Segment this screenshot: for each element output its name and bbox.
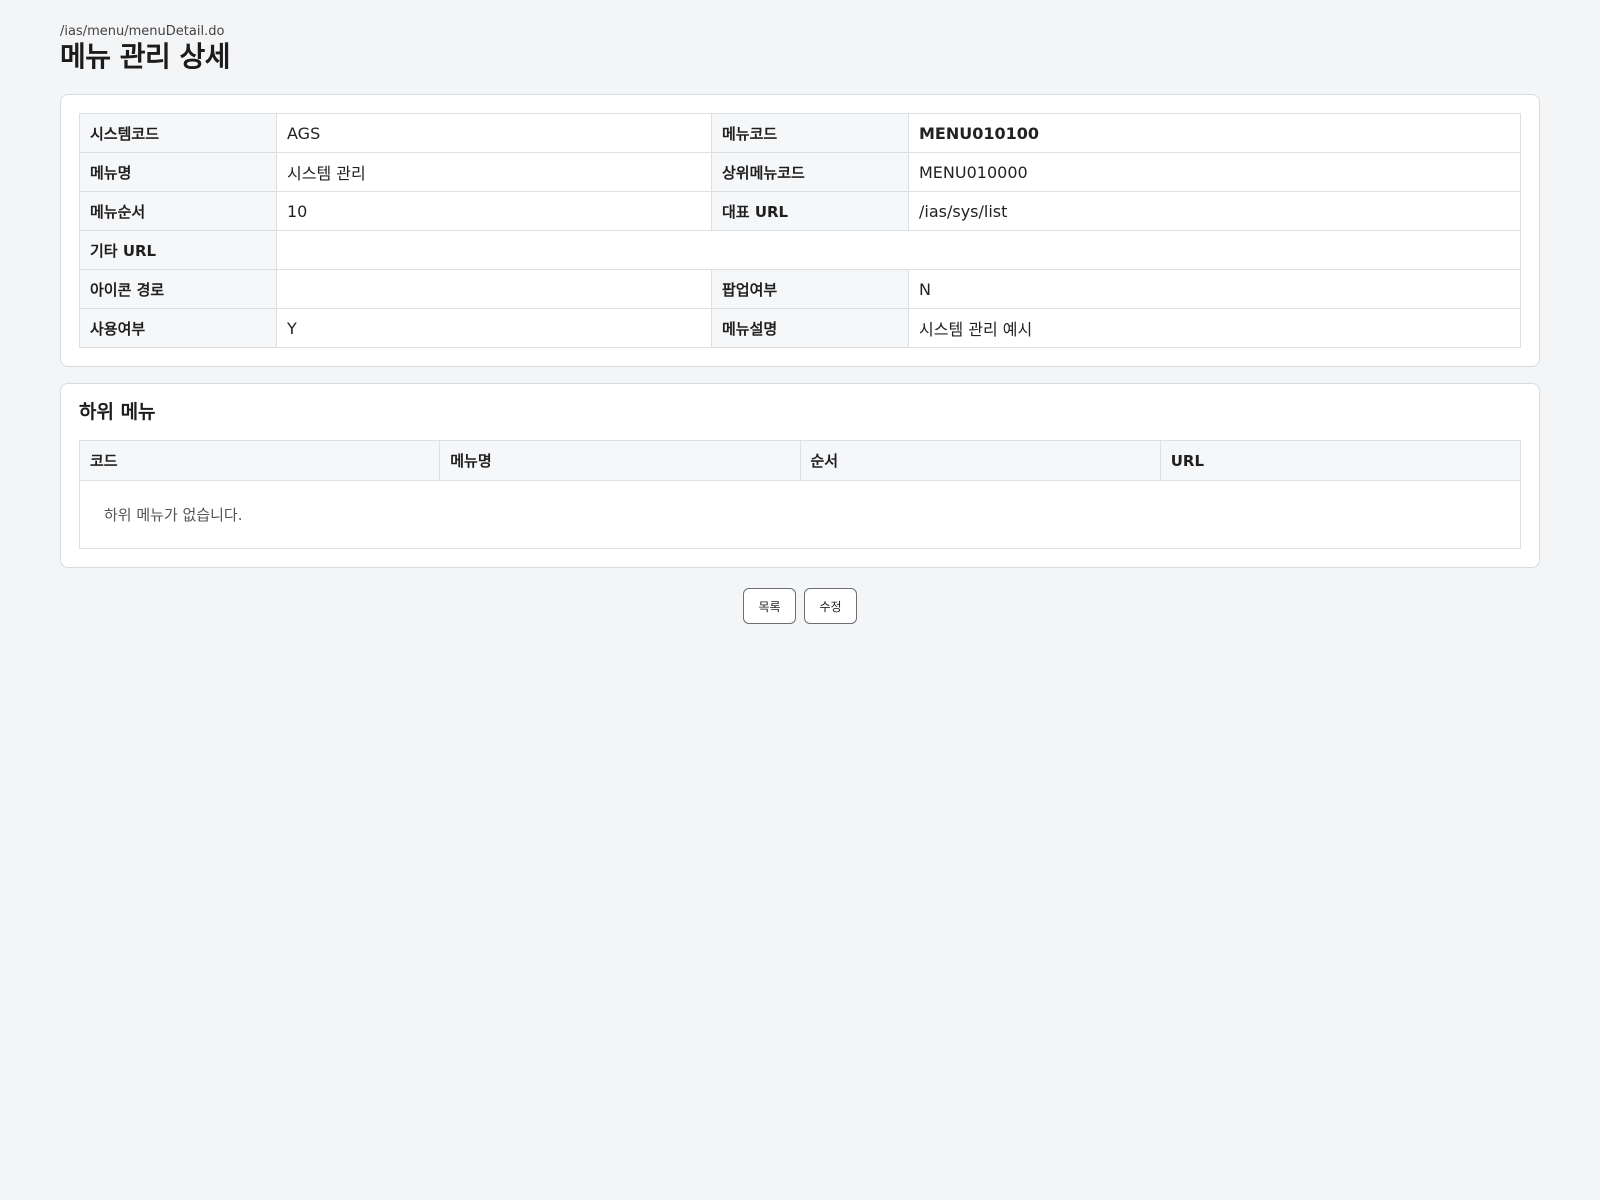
popup-flag-value: N (908, 269, 1521, 309)
main-url-label: 대표 URL (711, 191, 909, 231)
other-url-label: 기타 URL (79, 230, 277, 270)
column-header-order: 순서 (799, 440, 1161, 481)
menu-description-label: 메뉴설명 (711, 308, 909, 348)
other-url-value (276, 230, 1521, 270)
system-code-label: 시스템코드 (79, 113, 277, 153)
detail-row: 시스템코드 AGS 메뉴코드 MENU010100 (79, 113, 1521, 153)
column-header-code: 코드 (78, 440, 441, 481)
menu-order-label: 메뉴순서 (79, 191, 277, 231)
empty-row: 하위 메뉴가 없습니다. (79, 480, 1521, 549)
page-path: /ias/menu/menuDetail.do (60, 24, 225, 39)
detail-row: 기타 URL (79, 230, 1521, 270)
submenu-card: 하위 메뉴 코드 메뉴명 순서 URL 하위 메뉴가 없습니다. (60, 383, 1540, 568)
menu-name-value: 시스템 관리 (276, 152, 712, 192)
edit-button[interactable]: 수정 (804, 588, 857, 624)
action-bar: 목록 수정 (60, 588, 1540, 624)
submenu-empty-message: 하위 메뉴가 없습니다. (79, 480, 1521, 549)
use-flag-value: Y (276, 308, 712, 348)
page: /ias/menu/menuDetail.do 메뉴 관리 상세 시스템코드 A… (60, 24, 1540, 624)
icon-path-value (276, 269, 712, 309)
list-button[interactable]: 목록 (743, 588, 796, 624)
menu-name-label: 메뉴명 (79, 152, 277, 192)
detail-row: 사용여부 Y 메뉴설명 시스템 관리 예시 (79, 308, 1521, 348)
menu-code-value: MENU010100 (908, 113, 1521, 153)
parent-menu-code-label: 상위메뉴코드 (711, 152, 909, 192)
icon-path-label: 아이콘 경로 (79, 269, 277, 309)
menu-detail-table: 시스템코드 AGS 메뉴코드 MENU010100 메뉴명 시스템 관리 상위메… (79, 113, 1521, 348)
popup-flag-label: 팝업여부 (711, 269, 909, 309)
system-code-value: AGS (276, 113, 712, 153)
submenu-table: 코드 메뉴명 순서 URL 하위 메뉴가 없습니다. (78, 440, 1522, 549)
parent-menu-code-value: MENU010000 (908, 152, 1521, 192)
main-url-value: /ias/sys/list (908, 191, 1521, 231)
menu-detail-card: 시스템코드 AGS 메뉴코드 MENU010100 메뉴명 시스템 관리 상위메… (60, 94, 1540, 367)
detail-row: 아이콘 경로 팝업여부 N (79, 269, 1521, 309)
submenu-header-row: 코드 메뉴명 순서 URL (78, 440, 1522, 481)
menu-code-label: 메뉴코드 (711, 113, 909, 153)
column-header-menu-name: 메뉴명 (439, 440, 801, 481)
use-flag-label: 사용여부 (79, 308, 277, 348)
menu-description-value: 시스템 관리 예시 (908, 308, 1521, 348)
detail-row: 메뉴순서 10 대표 URL /ias/sys/list (79, 191, 1521, 231)
detail-row: 메뉴명 시스템 관리 상위메뉴코드 MENU010000 (79, 152, 1521, 192)
submenu-title: 하위 메뉴 (79, 401, 156, 423)
column-header-url: URL (1159, 440, 1522, 481)
page-title: 메뉴 관리 상세 (60, 40, 231, 73)
menu-order-value: 10 (276, 191, 712, 231)
